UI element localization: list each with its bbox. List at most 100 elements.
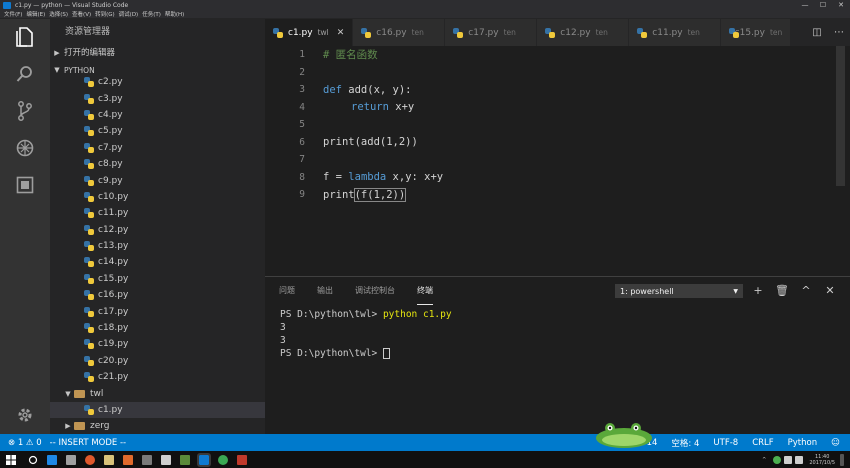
menu-file[interactable]: 文件(F) [4,10,22,18]
tab-c16-py[interactable]: c16.py ten [353,19,446,46]
tray-volume-icon[interactable] [795,455,804,464]
minimize-button[interactable]: — [796,0,814,10]
file-label: c4.py [98,109,123,120]
taskbar-app-icon[interactable] [180,454,190,465]
file-item[interactable]: c13.py [50,238,265,254]
file-label: c13.py [98,241,129,252]
close-window-button[interactable]: ✕ [832,0,850,10]
menu-go[interactable]: 转到(G) [95,10,115,18]
explorer-icon[interactable] [13,25,37,49]
tab-c11-py[interactable]: c11.py ten [629,19,722,46]
indentation[interactable]: 空格: 4 [671,437,699,449]
taskbar-folder-icon[interactable] [104,454,114,465]
file-item[interactable]: c21.py [50,369,265,385]
menu-edit[interactable]: 编辑(E) [26,10,45,18]
language-mode[interactable]: Python [788,438,817,448]
taskbar-vscode-icon[interactable] [197,452,211,467]
menu-selection[interactable]: 选择(S) [49,10,68,18]
file-item[interactable]: c4.py [50,107,265,123]
file-item[interactable]: c10.py [50,189,265,205]
taskbar-app-icon[interactable] [237,454,247,465]
menu-view[interactable]: 查看(V) [72,10,91,18]
file-item[interactable]: c7.py [50,140,265,156]
file-item[interactable]: c8.py [50,156,265,172]
close-panel-icon[interactable]: ✕ [818,284,842,298]
python-file-icon [84,306,94,317]
file-item[interactable]: c16.py [50,287,265,303]
terminal-select[interactable]: 1: powershell ▼ [615,284,743,298]
tab-problems[interactable]: 问题 [279,277,295,305]
file-item[interactable]: c12.py [50,222,265,238]
file-item[interactable]: c5.py [50,123,265,139]
close-tab-icon[interactable]: ✕ [337,28,345,38]
file-label: c9.py [98,175,123,186]
tab-description: ten [769,28,783,37]
taskbar-app-icon[interactable] [66,454,76,465]
tab-c1-py[interactable]: c1.py twl ✕ [265,19,354,46]
file-item[interactable]: c18.py [50,320,265,336]
windows-start-icon[interactable] [6,454,16,465]
taskbar-app-icon[interactable] [161,454,171,465]
encoding[interactable]: UTF-8 [713,438,738,448]
terminal-output[interactable]: PS D:\python\twl> python c1.py 3 3 PS D:… [280,308,452,360]
search-icon[interactable] [13,62,37,86]
source-control-icon[interactable] [13,99,37,123]
tab-c15-py[interactable]: c15.py ten [721,19,792,46]
tab-c17-py[interactable]: c17.py ten [445,19,538,46]
taskbar-chrome-icon[interactable] [218,454,228,465]
code-editor[interactable]: 1 # 匿名函数 2 3 def add(x, y): 4 return x+y… [265,46,850,276]
more-actions-icon[interactable]: ⋯ [828,27,850,38]
feedback-smiley-icon[interactable]: ☺ [831,438,840,448]
file-label: c7.py [98,142,123,153]
clock[interactable]: 11:40 2017/10/5 [809,454,835,466]
file-item-selected[interactable]: c1.py [50,401,265,419]
end-of-line[interactable]: CRLF [752,438,773,448]
extensions-icon[interactable] [13,173,37,197]
file-item[interactable]: c3.py [50,90,265,106]
tray-arrow-icon[interactable]: ^ [762,457,766,463]
menu-debug[interactable]: 调试(D) [119,10,139,18]
maximize-button[interactable]: ☐ [814,0,832,10]
tab-c12-py[interactable]: c12.py ten [537,19,630,46]
new-terminal-icon[interactable]: + [746,284,770,298]
system-tray: ^ 11:40 2017/10/5 [762,451,844,468]
tray-network-icon[interactable] [784,455,793,464]
code-line: 3 def add(x, y): [265,81,835,99]
taskbar-search-icon[interactable] [28,455,38,465]
split-editor-icon[interactable]: ◫ [806,27,828,38]
file-tree: c2.py c3.py c4.py c5.py c7.py c8.py c9.py c10.p… [50,74,265,434]
maximize-panel-icon[interactable]: ^ [794,284,818,298]
tab-terminal[interactable]: 终端 [417,277,433,305]
tab-output[interactable]: 输出 [317,277,333,305]
menu-help[interactable]: 帮助(H) [165,10,184,18]
debug-icon[interactable] [13,136,37,160]
taskbar-edge-icon[interactable] [47,454,57,465]
frog-mascot-icon [596,423,652,448]
file-item[interactable]: c19.py [50,336,265,352]
python-file-icon [84,273,94,284]
tab-debug-console[interactable]: 调试控制台 [355,277,395,305]
taskbar-app-icon[interactable] [85,454,95,465]
settings-gear-icon[interactable] [13,403,37,427]
tray-app-icon[interactable] [773,455,782,464]
file-item[interactable]: c9.py [50,172,265,188]
taskbar-app-icon[interactable] [142,454,152,465]
window-title: c1.py — python — Visual Studio Code [15,1,129,9]
delete-terminal-icon[interactable]: 🗑 [770,284,794,298]
file-item[interactable]: c2.py [50,74,265,90]
taskbar-app-icon[interactable] [123,454,133,465]
file-item[interactable]: c20.py [50,353,265,369]
file-item[interactable]: c15.py [50,271,265,287]
file-label: c3.py [98,93,123,104]
open-editors-section[interactable]: ▶ 打开的编辑器 [50,45,265,62]
folder-twl[interactable]: ▼ twl [50,385,265,401]
file-item[interactable]: c14.py [50,254,265,270]
menu-tasks[interactable]: 任务(T) [142,10,161,18]
file-item[interactable]: c11.py [50,205,265,221]
show-desktop-button[interactable] [840,453,844,466]
file-label: c14.py [98,257,129,268]
folder-zerg[interactable]: ▶ zerg [50,418,265,434]
editor-scrollbar[interactable] [836,46,845,186]
problems-count[interactable]: ⊗ 1 ⚠ 0 [8,438,42,448]
file-item[interactable]: c17.py [50,303,265,319]
